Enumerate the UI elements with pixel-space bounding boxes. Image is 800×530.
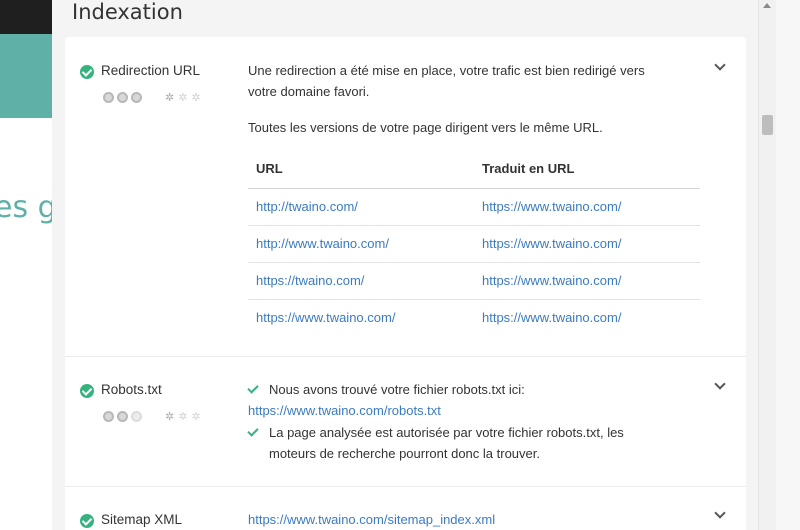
indexation-modal: Indexation Redirection URL ✲ ✲ ✲ Une red… — [52, 0, 758, 530]
modal-title: Indexation — [72, 0, 183, 24]
scroll-thumb[interactable] — [762, 115, 773, 135]
table-row: http://twaino.com/ https://www.twaino.co… — [248, 188, 700, 226]
importance-dot-icon — [103, 92, 114, 103]
importance-dot-icon — [117, 92, 128, 103]
importance-dots — [103, 92, 142, 103]
section-label: Redirection URL — [101, 63, 201, 78]
success-check-icon — [80, 384, 94, 398]
difficulty-gears: ✲ ✲ ✲ — [165, 93, 201, 104]
importance-dot-icon — [117, 411, 128, 422]
sitemap-link[interactable]: https://www.twaino.com/sitemap_index.xml — [248, 509, 495, 530]
green-check-icon — [247, 382, 259, 394]
redirection-table: URL Traduit en URL http://twaino.com/ ht… — [248, 150, 700, 336]
source-url-link[interactable]: https://www.twaino.com/ — [248, 299, 474, 336]
gear-icon: ✲ — [178, 411, 188, 423]
target-url-link[interactable]: https://www.twaino.com/ — [474, 225, 700, 263]
background-right-strip — [776, 0, 800, 530]
importance-dot-icon — [131, 411, 142, 422]
gear-icon: ✲ — [165, 411, 175, 423]
robots-allowed-text: La page analysée est autorisée par votre… — [269, 425, 624, 461]
target-url-link[interactable]: https://www.twaino.com/ — [474, 262, 700, 300]
section-label: Sitemap XML — [101, 512, 183, 527]
table-header-row: URL Traduit en URL — [248, 150, 700, 189]
gear-icon: ✲ — [165, 92, 175, 104]
section-robots-txt: Robots.txt ✲ ✲ ✲ Nous avons trouvé votre… — [65, 357, 746, 487]
column-header-url: URL — [248, 150, 474, 189]
robots-txt-link[interactable]: https://www.twaino.com/robots.txt — [248, 400, 441, 421]
success-check-icon — [80, 65, 94, 79]
background-heading-fragment: es g — [0, 190, 57, 225]
redirection-description: Une redirection a été mise en place, vot… — [248, 63, 645, 99]
green-check-icon — [247, 425, 259, 437]
indexation-card: Redirection URL ✲ ✲ ✲ Une redirection a … — [65, 37, 746, 530]
importance-dot-icon — [103, 411, 114, 422]
expand-chevron-icon[interactable] — [714, 59, 726, 71]
expand-chevron-icon[interactable] — [714, 507, 726, 519]
source-url-link[interactable]: http://twaino.com/ — [248, 188, 474, 226]
robots-found-text: Nous avons trouvé votre fichier robots.t… — [269, 382, 525, 397]
importance-dots — [103, 411, 142, 422]
modal-scrollbar[interactable] — [758, 0, 776, 530]
source-url-link[interactable]: https://twaino.com/ — [248, 262, 474, 300]
table-row: https://www.twaino.com/ https://www.twai… — [248, 299, 700, 336]
expand-chevron-icon[interactable] — [714, 378, 726, 390]
success-check-icon — [80, 514, 94, 528]
importance-dot-icon — [131, 92, 142, 103]
scroll-up-arrow-icon[interactable] — [763, 3, 771, 8]
column-header-translated-url: Traduit en URL — [474, 150, 700, 189]
gear-icon: ✲ — [191, 92, 201, 104]
difficulty-gears: ✲ ✲ ✲ — [165, 412, 201, 423]
source-url-link[interactable]: http://www.twaino.com/ — [248, 225, 474, 263]
target-url-link[interactable]: https://www.twaino.com/ — [474, 188, 700, 226]
gear-icon: ✲ — [191, 411, 201, 423]
section-label: Robots.txt — [101, 382, 162, 397]
target-url-link[interactable]: https://www.twaino.com/ — [474, 299, 700, 336]
section-sitemap-xml: Sitemap XML https://www.twaino.com/sitem… — [65, 487, 746, 530]
table-row: http://www.twaino.com/ https://www.twain… — [248, 225, 700, 263]
table-row: https://twaino.com/ https://www.twaino.c… — [248, 262, 700, 300]
section-redirection-url: Redirection URL ✲ ✲ ✲ Une redirection a … — [65, 37, 746, 357]
redirection-summary: Toutes les versions de votre page dirige… — [248, 120, 603, 135]
gear-icon: ✲ — [178, 92, 188, 104]
